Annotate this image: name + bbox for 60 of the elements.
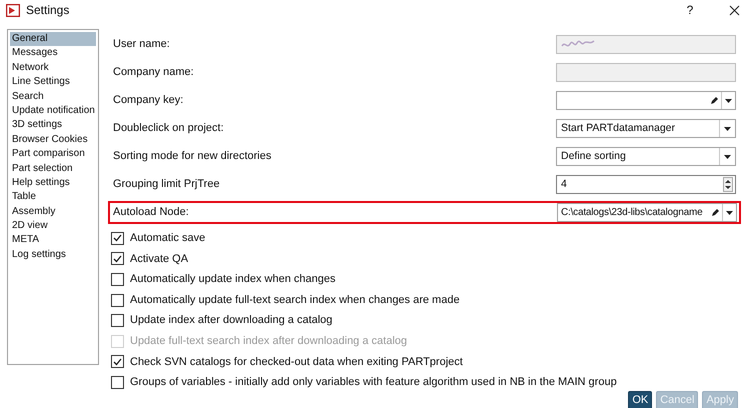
dialog-button[interactable]: OK — [628, 390, 652, 408]
text-field[interactable] — [556, 63, 736, 82]
category-item[interactable]: Search — [10, 90, 96, 104]
check-icon — [113, 234, 122, 242]
checkbox-option[interactable]: Groups of variables - initially add only variables with feature algorithm used in NB in the MAIN group — [111, 374, 738, 391]
field-label: Doubleclick on project: — [112, 121, 225, 136]
caret-icon — [724, 126, 731, 130]
category-item[interactable]: Update notification — [10, 104, 96, 118]
category-item[interactable]: Messages — [10, 46, 96, 61]
spin-arrows-icon — [723, 177, 733, 192]
dropdown[interactable]: Start PARTdatamanager — [556, 119, 736, 138]
spin-box[interactable]: 4 — [556, 175, 736, 194]
field-label: User name: — [112, 37, 171, 52]
caret-icon — [724, 154, 731, 158]
window-title: Settings — [26, 2, 70, 19]
field-label: Company key: — [112, 93, 184, 108]
checkbox-option[interactable]: Check SVN catalogs for checked-out data when exiting PARTproject — [111, 354, 738, 370]
category-item[interactable]: Assembly — [10, 204, 96, 220]
field-label: Autoload Node: — [112, 205, 190, 220]
category-item[interactable]: 3D settings — [10, 118, 96, 133]
checkbox[interactable] — [111, 232, 124, 245]
caret-icon — [725, 98, 732, 102]
app-logo-icon — [6, 4, 20, 16]
checkbox[interactable] — [111, 294, 124, 307]
path-combobox[interactable] — [556, 91, 736, 110]
category-item[interactable]: Part selection — [10, 162, 96, 176]
checkbox-option[interactable]: Automatically update index when changes — [111, 271, 738, 288]
category-item[interactable]: General — [10, 32, 96, 46]
category-item[interactable]: 2D view — [10, 219, 96, 234]
category-item[interactable]: Network — [10, 60, 96, 76]
category-item[interactable]: Log settings — [10, 248, 96, 262]
checkbox[interactable] — [111, 272, 124, 286]
close-icon — [728, 4, 740, 16]
category-item[interactable]: Browser Cookies — [10, 132, 96, 148]
category-item[interactable]: Table — [10, 190, 96, 205]
category-item[interactable]: Help settings — [10, 176, 96, 190]
checkbox-option[interactable]: Update index after downloading a catalog — [111, 312, 738, 329]
caret-icon — [726, 210, 733, 214]
category-item[interactable]: Line Settings — [10, 75, 96, 90]
checkbox-option[interactable]: Automatically update full-text search index when changes are made — [111, 292, 738, 308]
check-icon — [113, 254, 122, 263]
category-item[interactable]: META — [10, 233, 96, 248]
pencil-icon — [710, 96, 719, 105]
field-label: Sorting mode for new directories — [112, 149, 272, 164]
field-label: Grouping limit PrjTree — [112, 177, 221, 192]
pencil-icon — [711, 208, 720, 217]
field-label: Company name: — [112, 65, 195, 80]
help-button[interactable]: ? — [680, 1, 700, 19]
checkbox-option[interactable]: Automatic save — [111, 230, 738, 247]
checkbox[interactable] — [111, 376, 124, 389]
dropdown[interactable]: Define sorting — [556, 147, 736, 166]
blurred-value-drawing — [561, 40, 595, 49]
checkbox[interactable] — [111, 314, 124, 328]
checkbox[interactable] — [111, 252, 124, 266]
checkbox-option[interactable]: Activate QA — [111, 250, 738, 268]
text-field[interactable] — [556, 35, 736, 54]
check-icon — [113, 358, 122, 366]
path-combobox[interactable]: C:\catalogs\23d-libs\catalogname — [557, 203, 737, 222]
category-item[interactable]: Part comparison — [10, 147, 96, 162]
checkbox[interactable] — [111, 355, 124, 368]
